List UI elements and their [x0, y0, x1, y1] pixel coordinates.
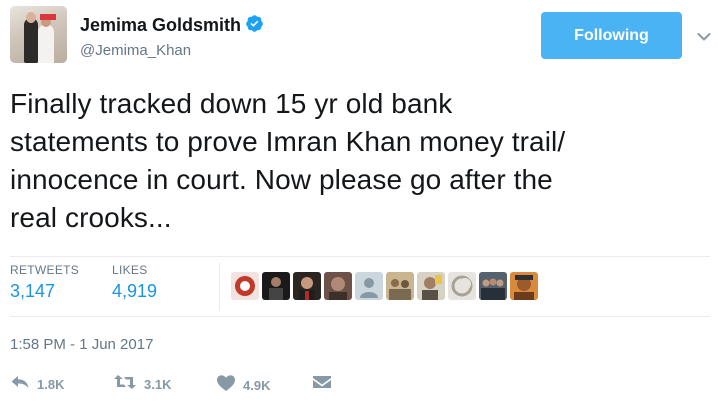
like-count: 4.9K [243, 378, 271, 393]
reply-button[interactable]: 1.8K [10, 374, 64, 395]
liker-avatar[interactable] [386, 272, 414, 300]
user-handle[interactable]: @Jemima_Khan [80, 42, 191, 59]
tweet-text-line: innocence in court. Now please go after … [10, 164, 553, 195]
liker-avatar[interactable] [324, 272, 352, 300]
liker-avatar[interactable] [479, 272, 507, 300]
liker-avatar[interactable] [231, 272, 259, 300]
display-name[interactable]: Jemima Goldsmith [80, 15, 241, 35]
avatar-figure [38, 24, 54, 63]
liker-avatar[interactable] [262, 272, 290, 300]
likes-count: 4,919 [112, 281, 158, 301]
avatar[interactable] [10, 6, 67, 63]
avatar-sign [40, 14, 56, 20]
divider [10, 256, 710, 257]
chevron-down-icon[interactable] [697, 29, 711, 47]
heart-icon [216, 374, 236, 397]
liker-avatar[interactable] [510, 272, 538, 300]
likes-stat[interactable]: LIKES 4,919 [112, 263, 157, 302]
likes-label: LIKES [112, 263, 148, 277]
default-avatar-icon[interactable] [355, 272, 383, 300]
verified-badge-icon [245, 14, 264, 38]
avatar-figure [24, 18, 38, 63]
liker-avatar[interactable] [293, 272, 321, 300]
liker-avatar[interactable] [448, 272, 476, 300]
tweet-text-line: statements to prove Imran Khan money tra… [10, 126, 566, 157]
display-name-row[interactable]: Jemima Goldsmith [80, 14, 264, 38]
envelope-icon [312, 374, 332, 395]
following-button[interactable]: Following [541, 12, 682, 59]
reply-count: 1.8K [37, 377, 65, 392]
retweets-label: RETWEETS [10, 263, 80, 277]
like-button[interactable]: 4.9K [216, 374, 270, 397]
retweet-count: 3.1K [144, 377, 172, 392]
avatar-figure-head [26, 12, 36, 23]
tweet-text-line: real crooks... [10, 202, 172, 233]
stats-separator [219, 263, 220, 311]
divider [10, 316, 710, 317]
retweet-button[interactable]: 3.1K [113, 374, 171, 395]
tweet-timestamp[interactable]: 1:58 PM - 1 Jun 2017 [10, 336, 153, 353]
retweets-stat[interactable]: RETWEETS 3,147 [10, 263, 79, 302]
retweets-count: 3,147 [10, 281, 56, 301]
tweet-text: Finally tracked down 15 yr old bank stat… [10, 85, 710, 237]
tweet-text-line: Finally tracked down 15 yr old bank [10, 88, 453, 119]
retweet-icon [113, 374, 137, 395]
liker-avatar[interactable] [417, 272, 445, 300]
reply-icon [10, 374, 30, 395]
tweet-header: Jemima Goldsmith @Jemima_Khan Following [10, 6, 711, 68]
direct-message-button[interactable] [312, 374, 332, 395]
